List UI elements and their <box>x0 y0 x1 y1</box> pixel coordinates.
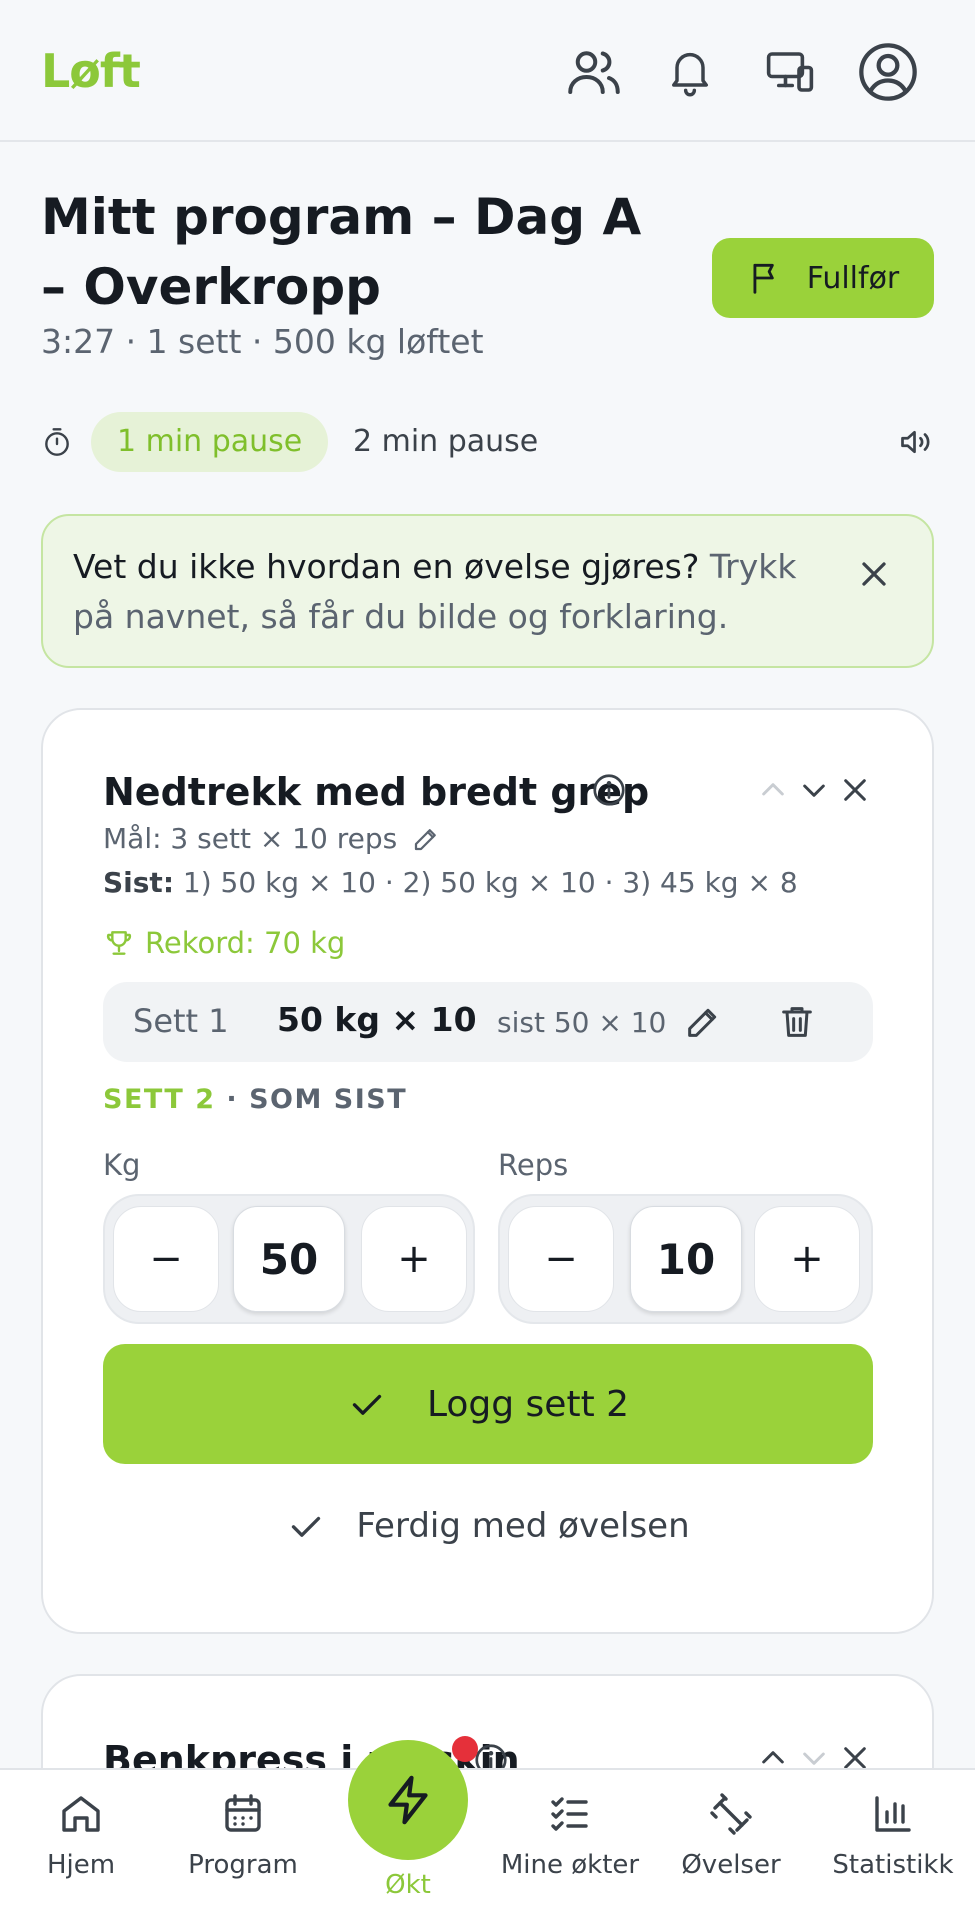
reps-stepper: − 10 + <box>498 1194 873 1324</box>
set-value: 50 kg × 10 <box>277 1000 477 1039</box>
reps-minus-button[interactable]: − <box>508 1206 614 1312</box>
notifications-bell-icon[interactable] <box>658 40 722 104</box>
kg-stepper: − 50 + <box>103 1194 475 1324</box>
move-up-icon[interactable] <box>753 770 793 810</box>
next-set-hint: · SOM SIST <box>215 1084 408 1115</box>
nav-item-exercises[interactable]: Øvelser <box>656 1790 806 1880</box>
log-set-label: Logg sett 2 <box>426 1383 630 1425</box>
close-icon[interactable] <box>854 554 894 594</box>
app-logo[interactable]: Løft <box>41 44 141 98</box>
trophy-icon <box>106 931 132 955</box>
devices-icon[interactable] <box>758 40 822 104</box>
page-title: Mitt program – Dag A – Overkropp <box>41 188 642 316</box>
nav-item-home[interactable]: Hjem <box>6 1790 156 1880</box>
lightning-icon <box>388 1775 428 1825</box>
profile-avatar-icon[interactable] <box>856 40 920 104</box>
pause-option-2min[interactable]: 2 min pause <box>327 412 564 472</box>
record-row: Rekord: 70 kg <box>103 926 345 960</box>
next-set-label: SETT 2 · SOM SIST <box>103 1084 407 1115</box>
dumbbell-icon <box>710 1793 752 1835</box>
finish-workout-button[interactable]: Fullfør <box>712 238 934 318</box>
nav-label-program: Program <box>188 1850 298 1880</box>
reps-label: Reps <box>498 1148 569 1182</box>
exercise-name[interactable]: Nedtrekk med bredt grep <box>103 770 649 814</box>
stopwatch-icon <box>45 428 69 456</box>
nav-label-exercises: Øvelser <box>681 1850 781 1880</box>
session-stats: 3:27 · 1 sett · 500 kg løftet <box>41 322 484 361</box>
notification-dot <box>452 1736 478 1762</box>
last-values: 1) 50 kg × 10 · 2) 50 kg × 10 · 3) 45 kg… <box>174 866 798 899</box>
tip-strong-text: Vet du ikke hvordan en øvelse gjøres? <box>73 547 700 586</box>
nav-label-home: Hjem <box>46 1850 116 1880</box>
top-bar: Løft <box>0 0 975 142</box>
bar-chart-icon <box>875 1796 911 1832</box>
check-icon <box>292 1516 321 1537</box>
edit-set-pencil-icon[interactable] <box>683 1002 723 1042</box>
flag-icon <box>753 263 774 294</box>
friends-icon[interactable] <box>562 40 626 104</box>
info-icon[interactable] <box>591 772 627 808</box>
last-session-row: Sist: 1) 50 kg × 10 · 2) 50 kg × 10 · 3)… <box>103 866 798 899</box>
tip-banner: Vet du ikke hvordan en øvelse gjøres? Tr… <box>41 514 934 668</box>
check-icon <box>352 1394 382 1415</box>
nav-label-my-workouts: Mine økter <box>500 1850 640 1880</box>
nav-label-statistics: Statistikk <box>832 1850 954 1880</box>
home-icon <box>62 1796 100 1832</box>
nav-item-my-workouts[interactable]: Mine økter <box>495 1790 645 1880</box>
pause-selector: 1 min pause 2 min pause <box>41 412 934 472</box>
move-down-icon[interactable] <box>794 770 834 810</box>
nav-item-workout-fab[interactable] <box>348 1740 468 1860</box>
kg-minus-button[interactable]: − <box>113 1206 219 1312</box>
checklist-icon <box>551 1797 588 1831</box>
logged-set-row: Sett 1 50 kg × 10 sist 50 × 10 <box>103 982 873 1062</box>
nav-item-statistics[interactable]: Statistikk <box>818 1790 968 1880</box>
nav-label-workout: Økt <box>385 1870 431 1900</box>
edit-goal-pencil-icon[interactable] <box>411 824 441 854</box>
calendar-icon <box>225 1794 261 1832</box>
finish-exercise-label: Ferdig med øvelsen <box>356 1506 690 1546</box>
exercise-card: Nedtrekk med bredt grep Mål: 3 sett × 10… <box>41 708 934 1634</box>
sound-icon[interactable] <box>898 424 934 460</box>
remove-exercise-icon[interactable] <box>835 770 875 810</box>
log-set-button[interactable]: Logg sett 2 <box>103 1344 873 1464</box>
goal-text: Mål: 3 sett × 10 reps <box>103 822 398 855</box>
kg-value[interactable]: 50 <box>233 1206 345 1312</box>
bottom-navigation: Hjem Program Mine økter Øvelser Statisti… <box>0 1768 975 1920</box>
record-text: Rekord: 70 kg <box>145 926 346 960</box>
delete-set-trash-icon[interactable] <box>777 1002 817 1042</box>
set-last: sist 50 × 10 <box>497 1006 667 1039</box>
kg-label: Kg <box>103 1148 141 1182</box>
finish-exercise-button[interactable]: Ferdig med øvelsen <box>103 1496 873 1556</box>
last-label: Sist: <box>103 866 175 899</box>
nav-item-program[interactable]: Program <box>168 1790 318 1880</box>
pause-option-1min[interactable]: 1 min pause <box>91 412 329 472</box>
goal-row: Mål: 3 sett × 10 reps <box>103 822 441 855</box>
next-set-number: SETT 2 <box>103 1084 216 1115</box>
kg-plus-button[interactable]: + <box>361 1206 467 1312</box>
reps-plus-button[interactable]: + <box>754 1206 860 1312</box>
finish-label: Fullfør <box>806 260 900 296</box>
set-label: Sett 1 <box>133 1002 229 1040</box>
reps-value[interactable]: 10 <box>630 1206 742 1312</box>
